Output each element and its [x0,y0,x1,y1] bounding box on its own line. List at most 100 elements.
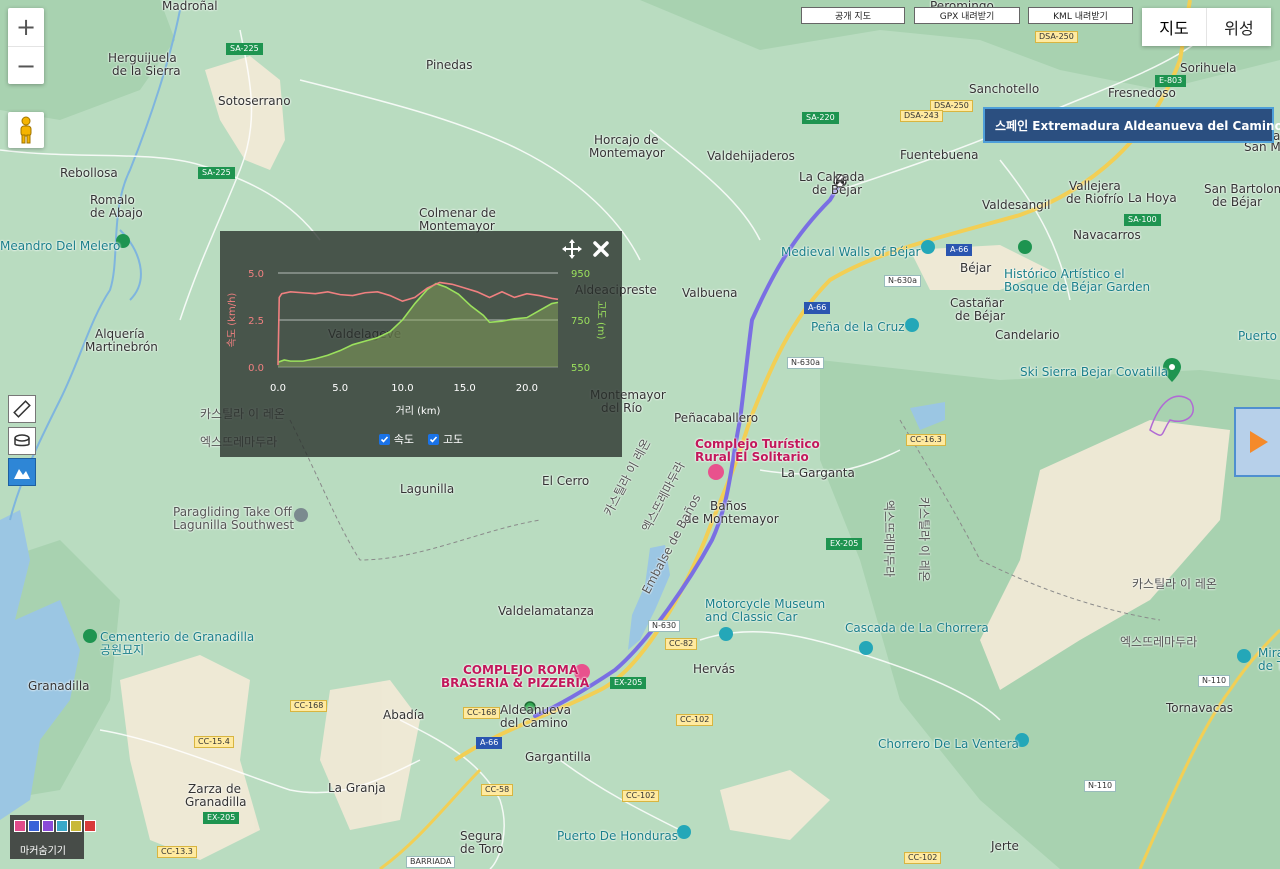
map-label: Peña de la Cruz [811,320,905,334]
road-shield: SA-220 [802,112,839,124]
map-label: Rural El Solitario [695,450,809,464]
road-shield: DSA-243 [900,110,943,122]
road-shield: CC-168 [290,700,328,712]
road-shield: CC-102 [904,852,942,864]
road-shield: A-66 [804,302,831,314]
map-label: Sanchotello [969,82,1040,96]
map-label: Puerto [1238,329,1277,343]
public-map-button[interactable]: 공개 지도 [801,7,905,24]
side-panel-toggle[interactable] [1234,407,1280,477]
kml-download-button[interactable]: KML 내려받기 [1028,7,1133,24]
legend-altitude[interactable]: 고도 [428,431,463,447]
map-label: de Riofrío [1066,192,1124,206]
map-label: Rebollosa [60,166,118,180]
road-shield: E-803 [1155,75,1187,87]
rotated-map-label: 엑스뜨레마두라 [882,500,896,578]
street-view-pegman[interactable] [8,112,44,148]
map-label: Valdelamatanza [498,604,595,618]
elevation-tool-button[interactable] [8,458,36,486]
map-label: del Camino [500,716,568,730]
road-shield: SA-225 [198,167,235,179]
map-label: Gargantilla [525,750,592,764]
right-tick-label: 950 [571,269,590,280]
marker-icons [14,820,96,832]
play-arrow-icon [1250,431,1268,453]
pegman-icon [20,116,32,144]
map-label: Granadilla [185,795,247,809]
x-axis-label: 거리 (km) [396,405,441,417]
chart-close-icon[interactable] [592,240,610,258]
marker-yellow-icon [70,820,82,832]
map-label: de la Sierra [112,64,181,78]
road-shield: SA-225 [226,43,263,55]
layer-tool-button[interactable] [8,427,36,455]
layers-icon [14,434,30,447]
map-label: Medieval Walls of Béjar [781,245,921,259]
map-label: Fuentebuena [900,148,979,162]
map-label: Pinedas [426,58,473,72]
map-label: de Béjar [812,183,863,197]
road-shield: EX-205 [610,677,647,689]
map-type-map-tab[interactable]: 지도 [1142,8,1206,46]
zoom-in-button[interactable]: + [8,8,44,47]
road-shield: DSA-250 [1035,31,1078,43]
map-label: 엑스뜨레마두라 [1120,635,1198,649]
map-label: Valdehijaderos [707,149,795,163]
map-label: Chorrero De La Ventera [878,737,1019,751]
map-label: de Montemayor [684,512,779,526]
marker-blue-icon [28,820,40,832]
road-shield: SA-100 [1124,214,1161,226]
chart-move-icon[interactable] [560,237,584,261]
map-label: and Classic Car [705,610,798,624]
left-axis-label: 속도 (km/h) [226,293,238,348]
x-tick-label: 5.0 [332,383,348,394]
marker-red-icon [84,820,96,832]
map-label: de Béjar [1212,195,1263,209]
road-shield: CC-58 [481,784,514,796]
chart-legend: 속도 고도 [220,431,622,447]
altitude-checkbox[interactable] [428,433,439,445]
left-tick-label: 2.5 [248,316,264,327]
map-label: Montemayor [589,146,665,160]
road-shield: A-66 [946,244,973,256]
road-shield: CC-13.3 [157,846,197,858]
map-label: Granadilla [28,679,90,693]
road-shield: CC-15.4 [194,736,234,748]
x-tick-label: 10.0 [391,383,413,394]
marker-toggle-panel[interactable]: 마커숨기기 [10,815,96,859]
map-label: 공원묘지 [100,643,145,657]
map-label: Martinebrón [85,340,158,354]
gpx-download-button[interactable]: GPX 내려받기 [914,7,1020,24]
map-label: El Cerro [542,474,590,488]
hide-markers-label: 마커숨기기 [20,846,66,857]
road-shield: CC-102 [622,790,660,802]
road-shield: CC-82 [665,638,698,650]
map-type-control: 지도 위성 [1142,8,1271,46]
map-label: Navacarros [1073,228,1141,242]
map-label: La Garganta [781,466,855,480]
speed-checkbox[interactable] [378,433,390,445]
marker-pink-icon [14,820,26,832]
map-type-satellite-tab[interactable]: 위성 [1206,8,1271,46]
ruler-tool-button[interactable] [8,395,36,423]
map-label: Jerte [991,839,1019,853]
map-label: BRASERIA & PIZZERIA [441,676,590,690]
road-shield: N-630a [787,357,825,369]
legend-speed[interactable]: 속도 [378,431,414,447]
road-shield: CC-168 [463,707,501,719]
map-label: Peñacaballero [674,411,759,425]
legend-speed-label: 속도 [393,433,414,446]
road-shield: EX-205 [203,812,240,824]
zoom-out-button[interactable]: − [8,47,44,85]
elevation-chart-panel: 0.0 5.0 10.0 15.0 20.0 0.0 2.5 5.0 550 750 950 거리 (… [220,231,622,457]
map-label: Hervás [693,662,736,676]
map-label: Abadía [383,708,425,722]
map-label: Tornavacas [1166,701,1233,715]
map-label: Fresnedoso [1108,86,1176,100]
road-shield: N-630 [648,620,681,632]
road-shield: CC-16.3 [906,434,946,446]
x-tick-label: 20.0 [516,383,538,394]
road-shield: A-66 [476,737,503,749]
left-tick-label: 0.0 [248,363,264,374]
right-tick-label: 550 [571,363,590,374]
